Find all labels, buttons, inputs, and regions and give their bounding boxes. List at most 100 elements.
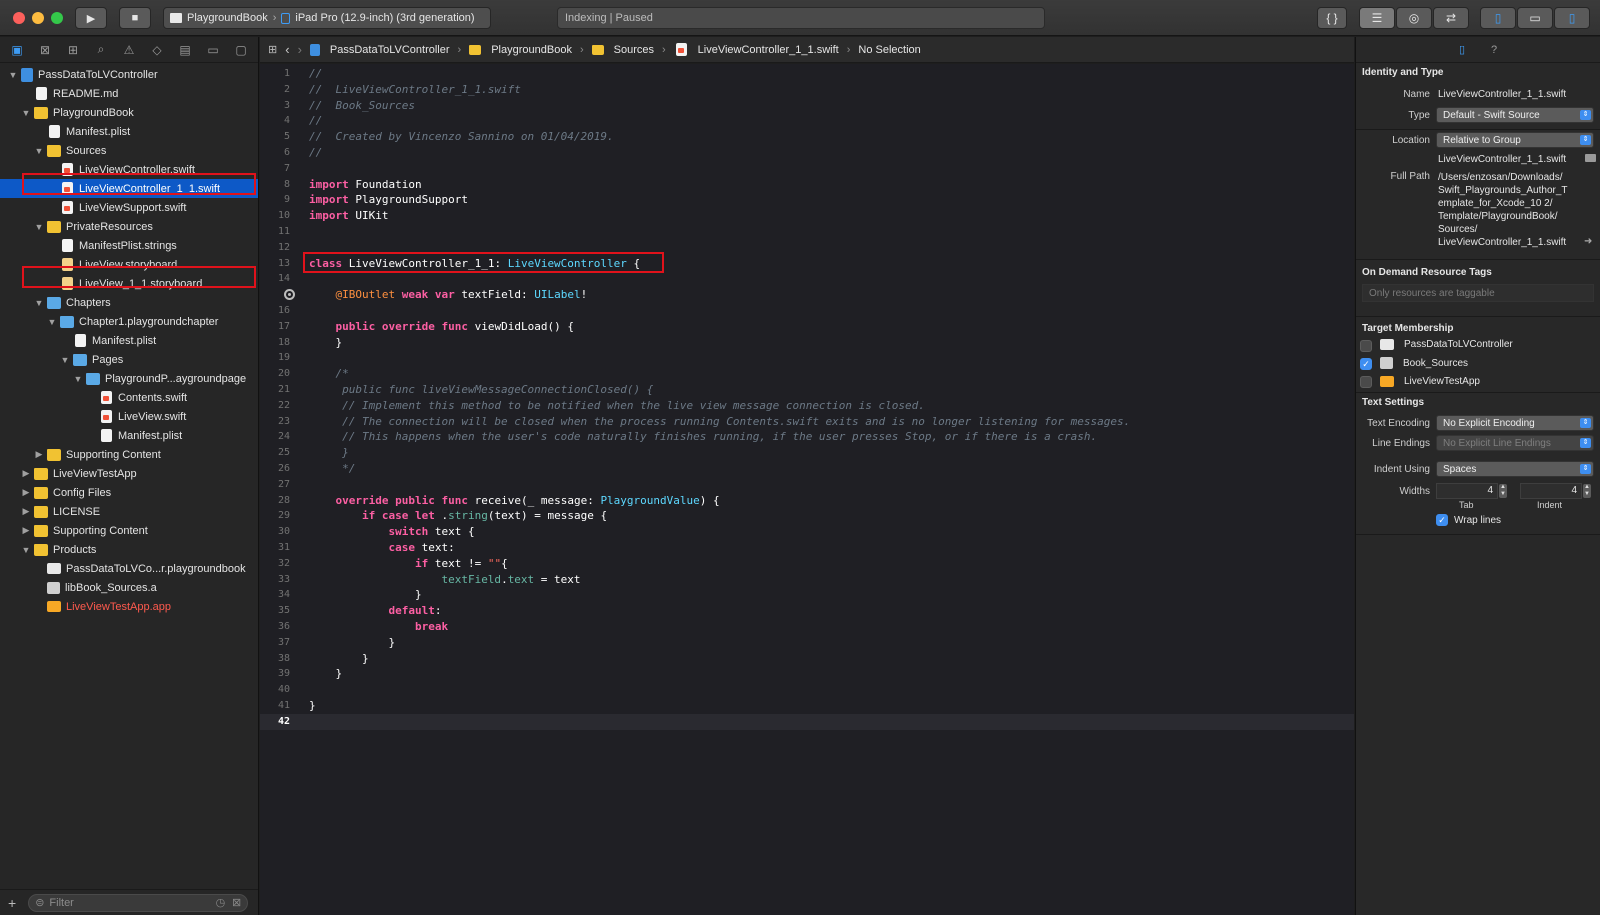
tree-item[interactable]: ▼ Sources: [0, 141, 258, 160]
code-line[interactable]: 14: [260, 271, 1354, 287]
add-icon[interactable]: +: [8, 895, 16, 911]
code-line[interactable]: 23 // The connection will be closed when…: [260, 414, 1354, 430]
code-review-button[interactable]: { }: [1317, 7, 1347, 29]
tree-item[interactable]: Contents.swift: [0, 388, 258, 407]
disclosure-open-icon[interactable]: ▼: [34, 298, 44, 308]
code-line[interactable]: 35 default:: [260, 603, 1354, 619]
code-line[interactable]: 31 case text:: [260, 540, 1354, 556]
disclosure-closed-icon[interactable]: ▶: [21, 468, 31, 479]
tree-item[interactable]: README.md: [0, 84, 258, 103]
tree-item[interactable]: Manifest.plist: [0, 426, 258, 445]
tree-item[interactable]: LiveView_1_1.storyboard: [0, 274, 258, 293]
line-endings-popup[interactable]: No Explicit Line Endings ⇕: [1436, 435, 1594, 451]
location-popup[interactable]: Relative to Group ⇕: [1436, 132, 1594, 148]
disclosure-closed-icon[interactable]: ▶: [21, 487, 31, 498]
resource-tags-input[interactable]: Only resources are taggable: [1362, 284, 1594, 302]
encoding-popup[interactable]: No Explicit Encoding ⇕: [1436, 415, 1594, 431]
zoom-window-button[interactable]: [51, 12, 63, 24]
tree-item[interactable]: ▶ Config Files: [0, 483, 258, 502]
code-line[interactable]: 11: [260, 224, 1354, 240]
code-line[interactable]: 16: [260, 303, 1354, 319]
indent-width-field[interactable]: 4: [1520, 483, 1582, 499]
code-line[interactable]: 22 // Implement this method to be notifi…: [260, 398, 1354, 414]
disclosure-closed-icon[interactable]: ▶: [21, 525, 31, 536]
code-line[interactable]: 1 //: [260, 66, 1354, 82]
code-line[interactable]: 25 }: [260, 445, 1354, 461]
code-line[interactable]: 2 // LiveViewController_1_1.swift: [260, 82, 1354, 98]
tree-item[interactable]: ▶ Supporting Content: [0, 521, 258, 540]
code-line[interactable]: 40: [260, 682, 1354, 698]
code-line[interactable]: 36 break: [260, 619, 1354, 635]
warning-icon[interactable]: ⚠: [120, 42, 138, 58]
close-window-button[interactable]: [13, 12, 25, 24]
assistant-editor-button[interactable]: ◎: [1396, 7, 1432, 29]
source-control-icon[interactable]: ⊠: [36, 42, 54, 58]
code-line[interactable]: 41}: [260, 698, 1354, 714]
code-line[interactable]: 6 //: [260, 145, 1354, 161]
recent-files-icon[interactable]: ◷: [216, 896, 226, 909]
code-line[interactable]: 7: [260, 161, 1354, 177]
code-line[interactable]: 8 import Foundation: [260, 177, 1354, 193]
code-line[interactable]: 28 override public func receive(_ messag…: [260, 493, 1354, 509]
breadcrumb-selection[interactable]: No Selection: [858, 44, 920, 56]
code-line[interactable]: 32 if text != ""{: [260, 556, 1354, 572]
code-line[interactable]: 37 }: [260, 635, 1354, 651]
related-items-icon[interactable]: ⊞: [268, 43, 277, 56]
code-line[interactable]: 27: [260, 477, 1354, 493]
disclosure-closed-icon[interactable]: ▶: [34, 449, 44, 460]
code-line[interactable]: 13 class LiveViewController_1_1: LiveView…: [260, 256, 1354, 272]
breakpoint-icon[interactable]: ▭: [204, 42, 222, 58]
tree-item[interactable]: LiveViewController_1_1.swift: [0, 179, 258, 198]
code-line[interactable]: 33 textField.text = text: [260, 572, 1354, 588]
breadcrumb-project[interactable]: PassDataToLVController: [309, 43, 450, 56]
code-line[interactable]: 29 if case let .string(text) = message {: [260, 508, 1354, 524]
tree-item[interactable]: ▼ PlaygroundBook: [0, 103, 258, 122]
disclosure-open-icon[interactable]: ▼: [34, 222, 44, 232]
tree-item[interactable]: ▶ LICENSE: [0, 502, 258, 521]
reveal-arrow-icon[interactable]: ➜: [1584, 236, 1592, 247]
report-icon[interactable]: ▢: [232, 42, 250, 58]
code-line[interactable]: 30 switch text {: [260, 524, 1354, 540]
standard-editor-button[interactable]: ☰: [1359, 7, 1395, 29]
code-line[interactable]: 12: [260, 240, 1354, 256]
wrap-lines-checkbox[interactable]: ✓: [1436, 514, 1448, 526]
disclosure-open-icon[interactable]: ▼: [47, 317, 57, 327]
code-line[interactable]: 42: [260, 713, 1354, 730]
tree-item[interactable]: LiveView.storyboard: [0, 255, 258, 274]
stop-button[interactable]: ■: [119, 7, 151, 29]
code-line[interactable]: 26 */: [260, 461, 1354, 477]
target-checkbox-liveviewtestapp[interactable]: [1360, 376, 1372, 388]
minimize-window-button[interactable]: [32, 12, 44, 24]
forward-icon[interactable]: ›: [298, 42, 302, 57]
disclosure-open-icon[interactable]: ▼: [73, 374, 83, 384]
tree-item[interactable]: LiveViewTestApp.app: [0, 597, 258, 616]
tree-item[interactable]: LiveViewController.swift: [0, 160, 258, 179]
code-line[interactable]: 34 }: [260, 587, 1354, 603]
disclosure-open-icon[interactable]: ▼: [60, 355, 70, 365]
reveal-folder-icon[interactable]: [1585, 154, 1596, 162]
code-line[interactable]: 19: [260, 350, 1354, 366]
help-icon[interactable]: ?: [1487, 43, 1501, 57]
tree-item[interactable]: LiveViewSupport.swift: [0, 198, 258, 217]
code-line[interactable]: 10 import UIKit: [260, 208, 1354, 224]
toggle-debug-area-button[interactable]: ▭: [1517, 7, 1553, 29]
run-button[interactable]: ▶: [75, 7, 107, 29]
code-line[interactable]: 39 }: [260, 666, 1354, 682]
target-checkbox-book-sources[interactable]: ✓: [1360, 358, 1372, 370]
search-icon[interactable]: ⌕: [92, 42, 110, 58]
folder-icon[interactable]: ▣: [8, 42, 26, 58]
test-icon[interactable]: ◇: [148, 42, 166, 58]
indent-width-stepper[interactable]: ▲ ▼: [1583, 484, 1591, 498]
tab-width-stepper[interactable]: ▲ ▼: [1499, 484, 1507, 498]
tree-item[interactable]: PassDataToLVCo...r.playgroundbook: [0, 559, 258, 578]
tree-item[interactable]: ▼ PlaygroundP...aygroundpage: [0, 369, 258, 388]
name-field[interactable]: LiveViewController_1_1.swift: [1438, 89, 1566, 100]
toggle-inspector-button[interactable]: ▯: [1554, 7, 1590, 29]
indent-using-popup[interactable]: Spaces ⇕: [1436, 461, 1594, 477]
code-line[interactable]: @IBOutlet weak var textField: UILabel!: [260, 287, 1354, 303]
tree-item[interactable]: ▼ PrivateResources: [0, 217, 258, 236]
tree-item[interactable]: libBook_Sources.a: [0, 578, 258, 597]
scheme-selector[interactable]: PlaygroundBook › iPad Pro (12.9-inch) (3…: [163, 7, 491, 29]
tree-item[interactable]: ▶ LiveViewTestApp: [0, 464, 258, 483]
breadcrumb-group[interactable]: PlaygroundBook: [469, 44, 572, 56]
